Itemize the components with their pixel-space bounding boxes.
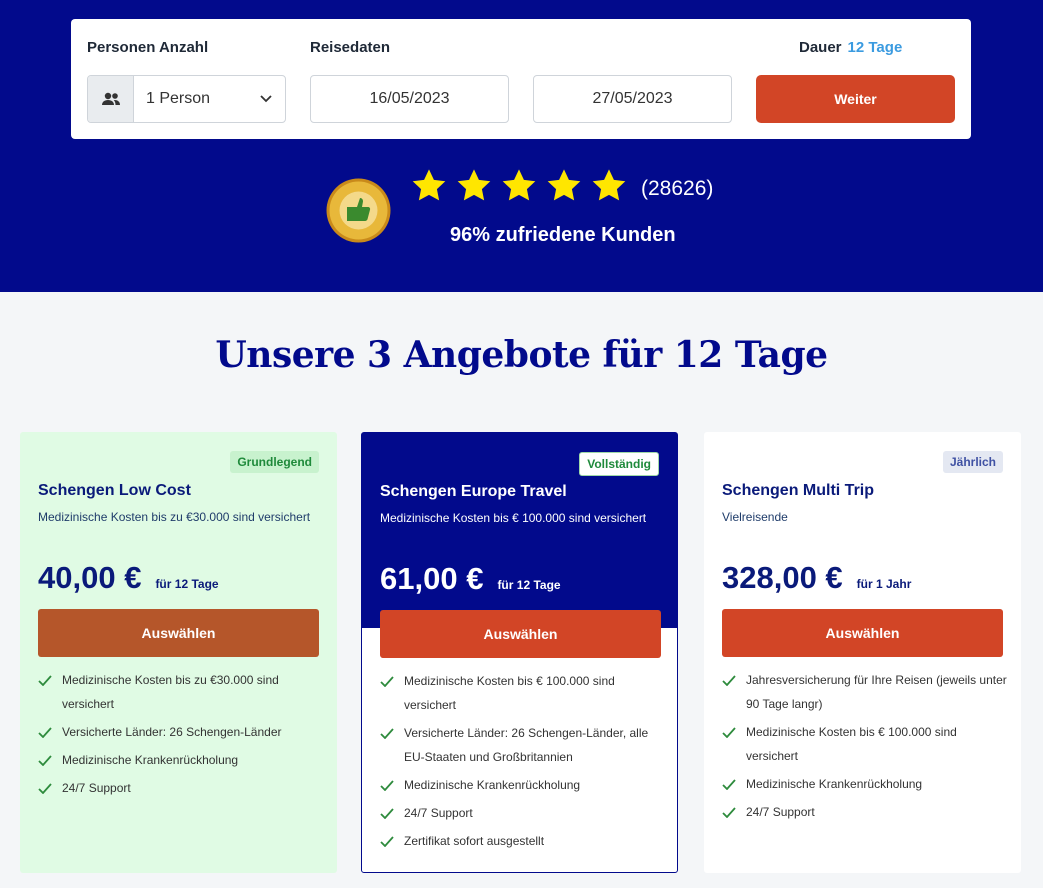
feature-item: Versicherte Länder: 26 Schengen-Länder [38, 720, 324, 744]
offer-card-multi-trip: Jährlich Schengen Multi Trip Vielreisend… [704, 432, 1021, 873]
price-value: 61,00 € [380, 561, 484, 596]
feature-item: Medizinische Kosten bis € 100.000 sind v… [722, 720, 1008, 768]
next-button[interactable]: Weiter [756, 75, 955, 123]
price-period: für 12 Tage [497, 578, 561, 592]
feature-item: Medizinische Kosten bis zu €30.000 sind … [38, 668, 324, 716]
check-icon [722, 668, 736, 692]
dates-label: Reisedaten [310, 39, 391, 56]
check-icon [380, 721, 394, 745]
plan-price: 40,00 € für 12 Tage [38, 560, 219, 596]
hero-banner: Personen Anzahl Reisedaten Dauer 12 Tage … [0, 0, 1043, 292]
persons-select[interactable]: 1 Person [87, 75, 286, 123]
feature-item: Jahresversicherung für Ihre Reisen (jewe… [722, 668, 1008, 716]
price-value: 40,00 € [38, 560, 142, 595]
star-icon [592, 169, 626, 201]
select-plan-button[interactable]: Auswählen [38, 609, 319, 657]
satisfaction-text: 96% zufriedene Kunden [450, 224, 676, 246]
feature-item: Zertifikat sofort ausgestellt [380, 829, 666, 853]
persons-label: Personen Anzahl [87, 39, 209, 56]
star-rating [410, 167, 628, 205]
select-plan-button[interactable]: Auswählen [380, 610, 661, 658]
plan-tag: Jährlich [942, 451, 1003, 473]
check-icon [722, 772, 736, 796]
check-icon [38, 776, 52, 800]
price-period: für 12 Tage [155, 577, 219, 591]
search-form: Personen Anzahl Reisedaten Dauer 12 Tage … [71, 19, 971, 139]
check-icon [722, 800, 736, 824]
check-icon [380, 829, 394, 853]
star-icon [457, 169, 491, 201]
plan-price: 328,00 € für 1 Jahr [722, 560, 911, 596]
feature-list: Medizinische Kosten bis zu €30.000 sind … [38, 668, 324, 804]
check-icon [38, 748, 52, 772]
select-plan-button[interactable]: Auswählen [722, 609, 1003, 657]
check-icon [38, 668, 52, 692]
plan-description: Medizinische Kosten bis € 100.000 sind v… [380, 511, 647, 525]
duration-value: 12 Tage [847, 39, 903, 56]
feature-item: Medizinische Kosten bis € 100.000 sind v… [380, 669, 666, 717]
feature-item: 24/7 Support [380, 801, 666, 825]
plan-description: Medizinische Kosten bis zu €30.000 sind … [38, 510, 311, 524]
plan-name: Schengen Europe Travel [380, 483, 567, 500]
feature-item: 24/7 Support [38, 776, 324, 800]
offer-card-low-cost: Grundlegend Schengen Low Cost Medizinisc… [20, 432, 337, 873]
feature-item: Versicherte Länder: 26 Schengen-Länder, … [380, 721, 666, 769]
start-date-input[interactable]: 16/05/2023 [310, 75, 509, 123]
offer-card-europe-travel: Vollständig Schengen Europe Travel Mediz… [361, 432, 678, 873]
check-icon [380, 669, 394, 693]
persons-value: 1 Person [146, 90, 211, 107]
chevron-down-icon [247, 76, 285, 122]
review-count: (28626) [641, 177, 714, 200]
duration-label: Dauer [799, 39, 842, 56]
feature-list: Jahresversicherung für Ihre Reisen (jewe… [722, 668, 1008, 828]
price-value: 328,00 € [722, 560, 843, 595]
star-icon [502, 169, 536, 201]
star-icon [412, 169, 446, 201]
feature-list: Medizinische Kosten bis € 100.000 sind v… [380, 669, 666, 857]
plan-tag: Vollständig [579, 452, 659, 476]
plan-tag: Grundlegend [230, 451, 319, 473]
plan-name: Schengen Low Cost [38, 482, 191, 499]
end-date-input[interactable]: 27/05/2023 [533, 75, 732, 123]
offers-title: Unsere 3 Angebote für 12 Tage [215, 334, 828, 376]
check-icon [380, 773, 394, 797]
rating-block: (28626) 96% zufriedene Kunden [325, 167, 725, 257]
price-period: für 1 Jahr [856, 577, 912, 591]
feature-item: 24/7 Support [722, 800, 1008, 824]
star-icon [547, 169, 581, 201]
plan-description: Vielreisende [722, 510, 788, 524]
check-icon [380, 801, 394, 825]
duration-display: Dauer 12 Tage [799, 39, 902, 56]
plan-name: Schengen Multi Trip [722, 482, 875, 499]
plan-price: 61,00 € für 12 Tage [380, 561, 561, 597]
feature-item: Medizinische Krankenrückholung [38, 748, 324, 772]
feature-item: Medizinische Krankenrückholung [722, 772, 1008, 796]
check-icon [722, 720, 736, 744]
check-icon [38, 720, 52, 744]
people-icon [88, 76, 134, 122]
ekomi-award-badge-icon [325, 177, 392, 244]
feature-item: Medizinische Krankenrückholung [380, 773, 666, 797]
